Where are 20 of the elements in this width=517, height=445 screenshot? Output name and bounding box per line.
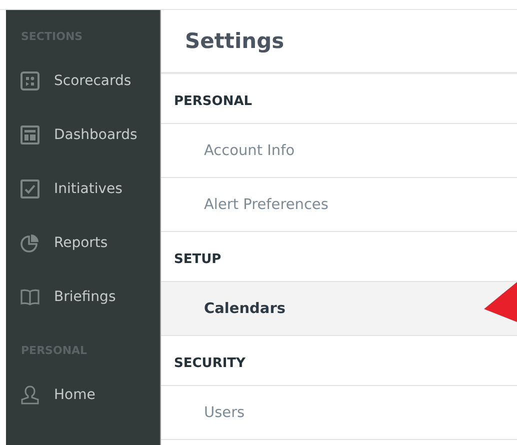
person-icon bbox=[20, 385, 40, 405]
scorecard-icon bbox=[20, 71, 40, 91]
sidebar-item[interactable]: Dashboards bbox=[6, 108, 160, 162]
book-icon bbox=[20, 287, 40, 307]
checkbox-icon bbox=[20, 179, 40, 199]
settings-item[interactable]: Calendars bbox=[161, 282, 517, 336]
sidebar-item[interactable]: Briefings bbox=[6, 270, 160, 324]
settings-item[interactable]: Users bbox=[161, 386, 517, 440]
sidebar-item[interactable]: Home bbox=[6, 368, 160, 422]
sidebar-item[interactable]: Scorecards bbox=[6, 54, 160, 108]
settings-item[interactable]: Account Info bbox=[161, 124, 517, 178]
section-heading: PERSONAL bbox=[161, 74, 517, 124]
settings-item[interactable]: Alert Preferences bbox=[161, 178, 517, 232]
pointer-arrow-icon bbox=[484, 282, 517, 322]
dashboard-icon bbox=[20, 125, 40, 145]
section-heading: SECURITY bbox=[161, 336, 517, 386]
sidebar-item[interactable]: Reports bbox=[6, 216, 160, 270]
page-title: Settings bbox=[161, 10, 517, 74]
pie-chart-icon bbox=[20, 233, 40, 253]
sidebar-item[interactable]: Initiatives bbox=[6, 162, 160, 216]
